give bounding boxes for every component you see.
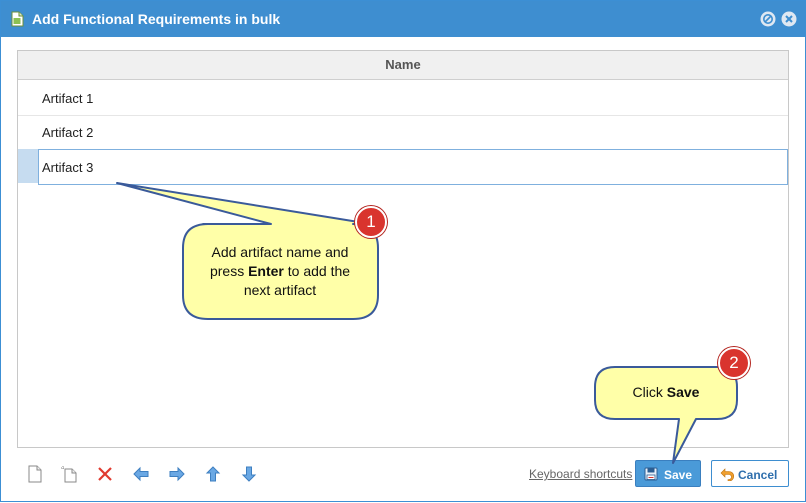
callout-1-enter-key: Enter (248, 263, 284, 279)
column-header-name[interactable]: Name (18, 51, 788, 80)
document-icon (11, 11, 24, 27)
minimize-icon[interactable] (760, 11, 776, 27)
new-row-icon[interactable] (26, 465, 44, 483)
outdent-icon[interactable] (132, 465, 150, 483)
keyboard-shortcuts-link[interactable]: Keyboard shortcuts (529, 467, 632, 481)
callout-1-line2-suffix: to add the (283, 263, 351, 279)
bulk-add-dialog: Add Functional Requirements in bulk Name… (0, 0, 806, 502)
callout-1-text: Add artifact name and press Enter to add… (187, 243, 373, 300)
insert-row-icon[interactable] (60, 465, 78, 483)
close-icon[interactable] (781, 11, 797, 27)
callout-1-line2-prefix: press (209, 263, 249, 279)
callout-2-prefix: Click (632, 384, 667, 400)
move-up-icon[interactable] (204, 465, 222, 483)
table-row[interactable]: Artifact 1 (18, 82, 788, 116)
dialog-titlebar: Add Functional Requirements in bulk (1, 1, 805, 37)
row-selector[interactable] (18, 149, 38, 183)
row-name-cell: Artifact 2 (42, 125, 94, 140)
step-1-badge: 1 (355, 206, 387, 238)
cancel-button[interactable]: Cancel (711, 460, 789, 487)
move-down-icon[interactable] (240, 465, 258, 483)
callout-2-save: Save (666, 384, 700, 400)
floppy-disk-icon (644, 467, 658, 481)
save-button[interactable]: Save (635, 460, 701, 487)
cancel-button-label: Cancel (738, 468, 778, 482)
callout-2-text: Click Save (597, 383, 735, 402)
indent-icon[interactable] (168, 465, 186, 483)
undo-arrow-icon (720, 468, 734, 481)
callout-1-line2: press Enter to add the (187, 262, 373, 281)
callout-1-line3: next artifact (243, 282, 317, 298)
dialog-title: Add Functional Requirements in bulk (32, 11, 281, 27)
table-row[interactable]: Artifact 2 (18, 116, 788, 150)
table-row-editing[interactable] (18, 149, 788, 185)
artifact-name-input[interactable] (38, 149, 788, 185)
row-name-cell: Artifact 1 (42, 91, 94, 106)
save-button-label: Save (664, 468, 693, 482)
step-2-badge: 2 (718, 347, 750, 379)
delete-icon[interactable] (96, 465, 114, 483)
callout-1-line1: Add artifact name and (211, 244, 349, 260)
